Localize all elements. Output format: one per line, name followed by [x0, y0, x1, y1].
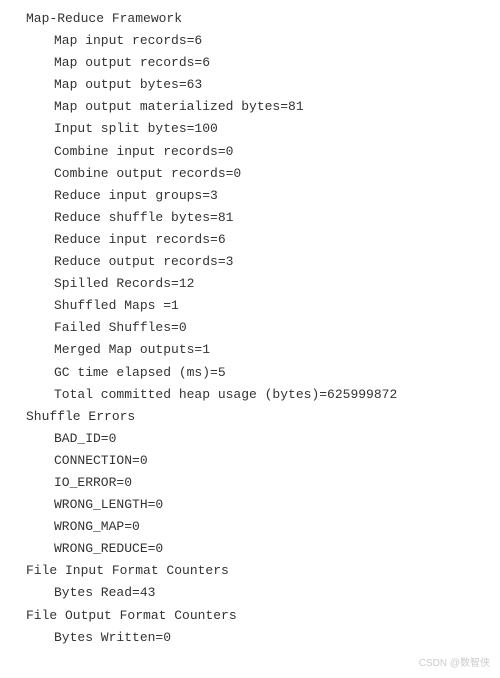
section-header-mapreduce: Map-Reduce Framework: [12, 8, 488, 30]
metric-combine-input-records: Combine input records=0: [12, 141, 488, 163]
metric-map-output-materialized-bytes: Map output materialized bytes=81: [12, 96, 488, 118]
metric-failed-shuffles: Failed Shuffles=0: [12, 317, 488, 339]
metric-combine-output-records: Combine output records=0: [12, 163, 488, 185]
metric-reduce-output-records: Reduce output records=3: [12, 251, 488, 273]
metric-total-committed-heap: Total committed heap usage (bytes)=62599…: [12, 384, 488, 406]
metric-shuffled-maps: Shuffled Maps =1: [12, 295, 488, 317]
metric-merged-map-outputs: Merged Map outputs=1: [12, 339, 488, 361]
metric-spilled-records: Spilled Records=12: [12, 273, 488, 295]
metric-reduce-shuffle-bytes: Reduce shuffle bytes=81: [12, 207, 488, 229]
metric-gc-time-elapsed: GC time elapsed (ms)=5: [12, 362, 488, 384]
metric-wrong-map: WRONG_MAP=0: [12, 516, 488, 538]
metric-map-output-records: Map output records=6: [12, 52, 488, 74]
metric-bytes-read: Bytes Read=43: [12, 582, 488, 604]
metric-reduce-input-groups: Reduce input groups=3: [12, 185, 488, 207]
watermark: CSDN @数智侠: [419, 655, 490, 672]
section-header-file-output: File Output Format Counters: [12, 605, 488, 627]
section-header-file-input: File Input Format Counters: [12, 560, 488, 582]
metric-bad-id: BAD_ID=0: [12, 428, 488, 450]
metric-input-split-bytes: Input split bytes=100: [12, 118, 488, 140]
metric-map-output-bytes: Map output bytes=63: [12, 74, 488, 96]
metric-wrong-length: WRONG_LENGTH=0: [12, 494, 488, 516]
metric-wrong-reduce: WRONG_REDUCE=0: [12, 538, 488, 560]
section-header-shuffle-errors: Shuffle Errors: [12, 406, 488, 428]
metric-io-error: IO_ERROR=0: [12, 472, 488, 494]
log-output: Map-Reduce Framework Map input records=6…: [12, 8, 488, 649]
metric-reduce-input-records: Reduce input records=6: [12, 229, 488, 251]
metric-bytes-written: Bytes Written=0: [12, 627, 488, 649]
metric-connection: CONNECTION=0: [12, 450, 488, 472]
metric-map-input-records: Map input records=6: [12, 30, 488, 52]
